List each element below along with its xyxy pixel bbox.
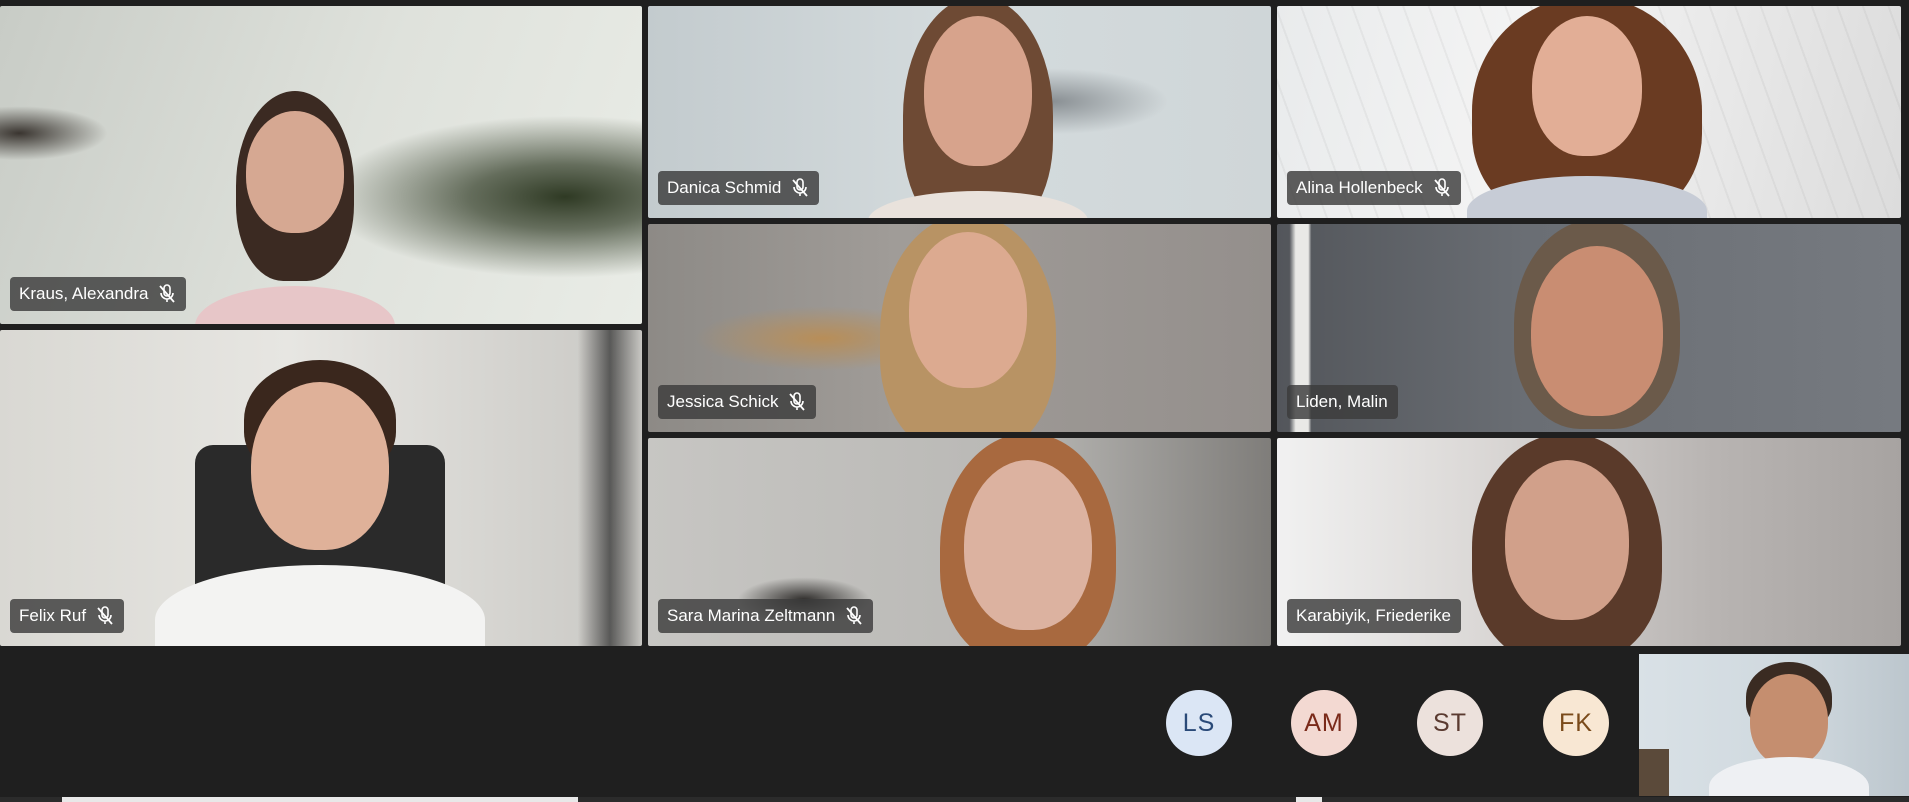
scrollbar-thumb-secondary[interactable] <box>1296 797 1322 802</box>
video-tile-kraus-alexandra[interactable]: Kraus, Alexandra <box>0 6 642 324</box>
participant-name: Liden, Malin <box>1296 392 1388 411</box>
mic-off-icon <box>1433 178 1451 198</box>
video-tile-karabiyik-friederike[interactable]: Karabiyik, Friederike <box>1277 438 1901 646</box>
participant-name: Kraus, Alexandra <box>19 284 149 303</box>
video-tile-liden-malin[interactable]: Liden, Malin <box>1277 224 1901 432</box>
video-tile-sara-marina-zeltmann[interactable]: Sara Marina Zeltmann <box>648 438 1271 646</box>
participant-figure <box>918 438 1138 646</box>
participant-figure <box>1497 224 1697 432</box>
participant-figure <box>1447 438 1687 646</box>
participant-figure <box>195 81 395 324</box>
avatar[interactable]: AM <box>1291 690 1357 756</box>
avatar-initials: FK <box>1559 708 1593 737</box>
participant-name: Alina Hollenbeck <box>1296 178 1423 197</box>
mic-off-icon <box>158 284 176 304</box>
mic-off-icon <box>788 392 806 412</box>
mic-off-icon <box>791 178 809 198</box>
name-tag: Karabiyik, Friederike <box>1287 599 1461 633</box>
name-tag: Kraus, Alexandra <box>10 277 187 311</box>
name-tag: Jessica Schick <box>658 385 817 419</box>
participant-figure <box>1709 662 1869 796</box>
avatar-initials: AM <box>1304 708 1344 737</box>
participant-name: Danica Schmid <box>667 178 782 197</box>
self-view-video[interactable] <box>1639 654 1909 796</box>
video-tile-jessica-schick[interactable]: Jessica Schick <box>648 224 1271 432</box>
scrollbar-thumb[interactable] <box>62 797 578 802</box>
avatar-initials: LS <box>1182 708 1216 737</box>
name-tag: Alina Hollenbeck <box>1287 171 1461 205</box>
video-tile-alina-hollenbeck[interactable]: Alina Hollenbeck <box>1277 6 1901 218</box>
name-tag: Felix Ruf <box>10 599 125 633</box>
participant-figure <box>1457 6 1717 218</box>
video-tile-felix-ruf[interactable]: Felix Ruf <box>0 330 642 646</box>
participant-name: Karabiyik, Friederike <box>1296 606 1451 625</box>
participant-figure <box>868 6 1088 218</box>
avatar[interactable]: LS <box>1166 690 1232 756</box>
participant-figure <box>858 224 1078 432</box>
name-tag: Sara Marina Zeltmann <box>658 599 874 633</box>
participant-name: Jessica Schick <box>667 392 779 411</box>
mic-off-icon <box>845 606 863 626</box>
video-tile-danica-schmid[interactable]: Danica Schmid <box>648 6 1271 218</box>
name-tag: Liden, Malin <box>1287 385 1398 419</box>
avatar[interactable]: ST <box>1417 690 1483 756</box>
audio-participants-bar <box>0 648 1909 798</box>
avatar-initials: ST <box>1433 708 1467 737</box>
name-tag: Danica Schmid <box>658 171 820 205</box>
participant-name: Sara Marina Zeltmann <box>667 606 836 625</box>
participant-name: Felix Ruf <box>19 606 87 625</box>
participant-figure <box>155 360 485 646</box>
avatar[interactable]: FK <box>1543 690 1609 756</box>
mic-off-icon <box>96 606 114 626</box>
